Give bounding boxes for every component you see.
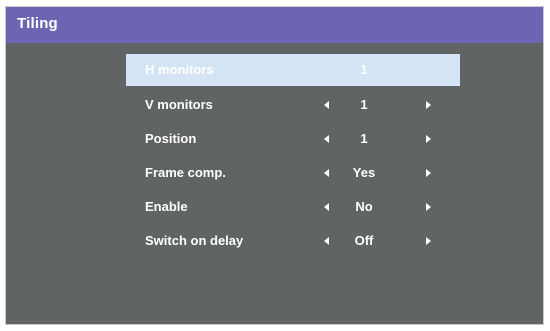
- increase-arrow-icon[interactable]: [426, 237, 431, 245]
- increase-arrow-icon[interactable]: [426, 135, 431, 143]
- menu-item-value: Off: [354, 233, 374, 248]
- settings-menu: H monitors 1 V monitors 1 Position 1 Fra…: [126, 54, 460, 258]
- decrease-arrow-icon[interactable]: [324, 237, 329, 245]
- menu-item-v-monitors[interactable]: V monitors 1: [126, 88, 460, 122]
- menu-item-label: H monitors: [145, 62, 214, 77]
- menu-item-label: Position: [145, 131, 197, 146]
- menu-item-value: Yes: [352, 165, 376, 180]
- menu-item-label: V monitors: [145, 97, 213, 112]
- decrease-arrow-icon[interactable]: [324, 169, 329, 177]
- decrease-arrow-icon[interactable]: [324, 101, 329, 109]
- menu-item-frame-comp[interactable]: Frame comp. Yes: [126, 156, 460, 190]
- menu-item-value: No: [355, 199, 373, 214]
- menu-item-value: 1: [360, 62, 368, 77]
- increase-arrow-icon[interactable]: [426, 169, 431, 177]
- menu-item-value: 1: [360, 97, 368, 112]
- increase-arrow-icon[interactable]: [426, 203, 431, 211]
- menu-item-label: Frame comp.: [145, 165, 226, 180]
- menu-item-switch-on-delay[interactable]: Switch on delay Off: [126, 224, 460, 258]
- decrease-arrow-icon[interactable]: [324, 203, 329, 211]
- menu-item-value: 1: [360, 131, 368, 146]
- menu-item-label: Switch on delay: [145, 233, 244, 248]
- increase-arrow-icon[interactable]: [426, 101, 431, 109]
- osd-window: Tiling H monitors 1 V monitors 1 Positio…: [5, 6, 544, 325]
- menu-item-h-monitors[interactable]: H monitors 1: [126, 54, 460, 86]
- title-bar: Tiling: [6, 7, 543, 43]
- menu-item-label: Enable: [145, 199, 188, 214]
- page-title: Tiling: [17, 15, 58, 32]
- decrease-arrow-icon[interactable]: [324, 135, 329, 143]
- menu-item-position[interactable]: Position 1: [126, 122, 460, 156]
- menu-item-enable[interactable]: Enable No: [126, 190, 460, 224]
